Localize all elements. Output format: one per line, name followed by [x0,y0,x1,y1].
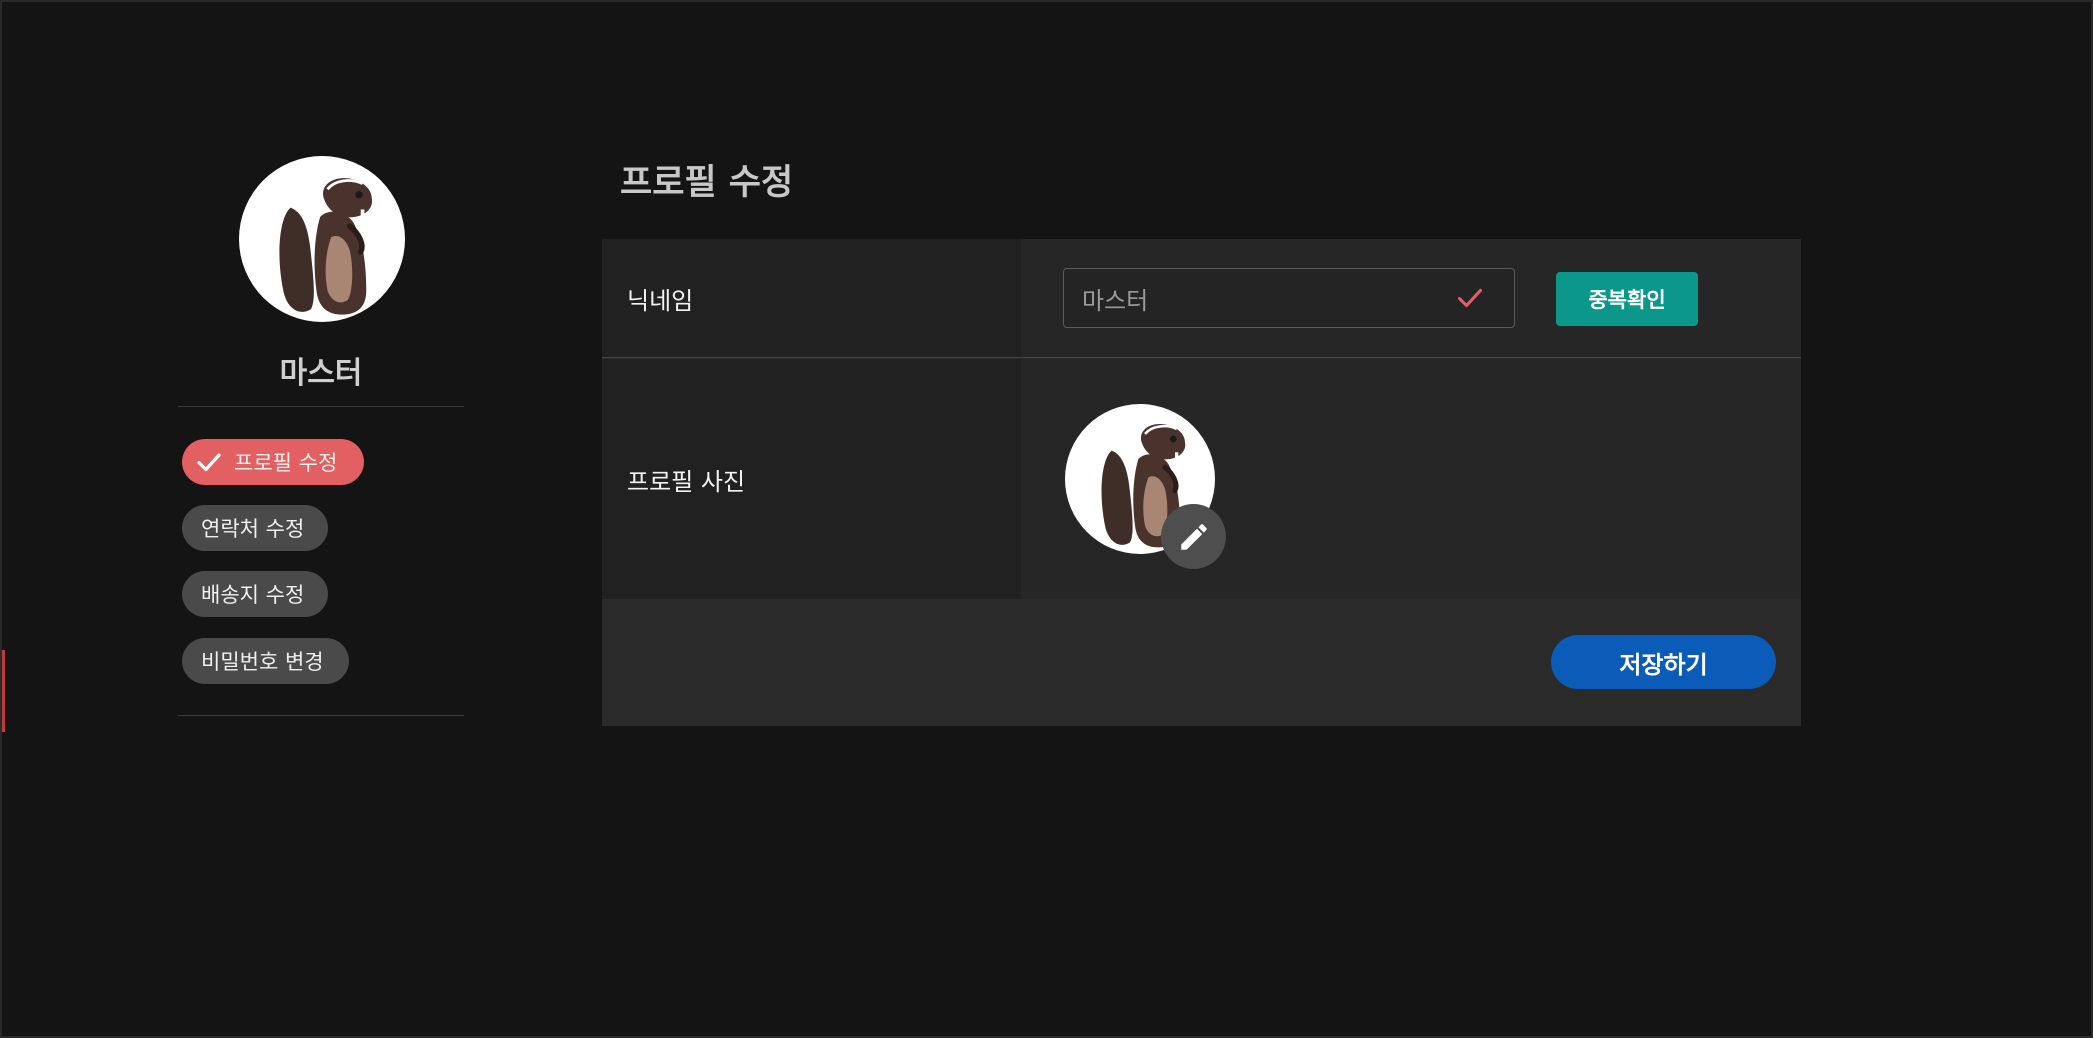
sidebar-item-label: 연락처 수정 [201,517,305,541]
nickname-value: 마스터 [1082,286,1149,315]
check-icon [1457,288,1483,308]
sidebar-item-edit-contact[interactable]: 연락처 수정 [182,505,328,551]
beaver-avatar-icon [239,156,405,322]
sidebar-divider [178,715,464,716]
sidebar-item-label: 프로필 수정 [234,451,338,475]
nickname-content: 마스터 중복확인 [1021,239,1801,357]
sidebar-divider [178,406,464,407]
sidebar-item-change-password[interactable]: 비밀번호 변경 [182,638,349,684]
profile-form-panel: 닉네임 마스터 중복확인 프로필 사진 저장하기 [602,239,1801,726]
profile-photo-content [1021,359,1801,599]
nickname-row: 닉네임 마스터 중복확인 [602,239,1801,358]
sidebar-item-label: 비밀번호 변경 [201,650,324,674]
check-icon [197,453,221,472]
edit-photo-button[interactable] [1161,504,1226,569]
page-title: 프로필 수정 [620,163,794,203]
pencil-icon [1180,523,1207,550]
sidebar-username: 마스터 [279,356,363,391]
save-button[interactable]: 저장하기 [1551,635,1776,689]
profile-photo [1065,404,1226,569]
nickname-label: 닉네임 [602,239,1021,357]
duplicate-check-button[interactable]: 중복확인 [1556,272,1698,326]
sidebar-item-edit-profile[interactable]: 프로필 수정 [182,439,364,485]
profile-photo-label: 프로필 사진 [602,359,1021,599]
app-page: 마스터 프로필 수정 연락처 수정 배송지 수정 비밀번호 변경 프로필 수정 [0,0,2093,1038]
sidebar-item-edit-address[interactable]: 배송지 수정 [182,571,328,617]
sidebar-item-label: 배송지 수정 [201,583,305,607]
nickname-input[interactable]: 마스터 [1063,268,1515,328]
sidebar-avatar [239,156,405,322]
left-edge-accent [2,650,5,732]
profile-photo-row: 프로필 사진 [602,359,1801,599]
